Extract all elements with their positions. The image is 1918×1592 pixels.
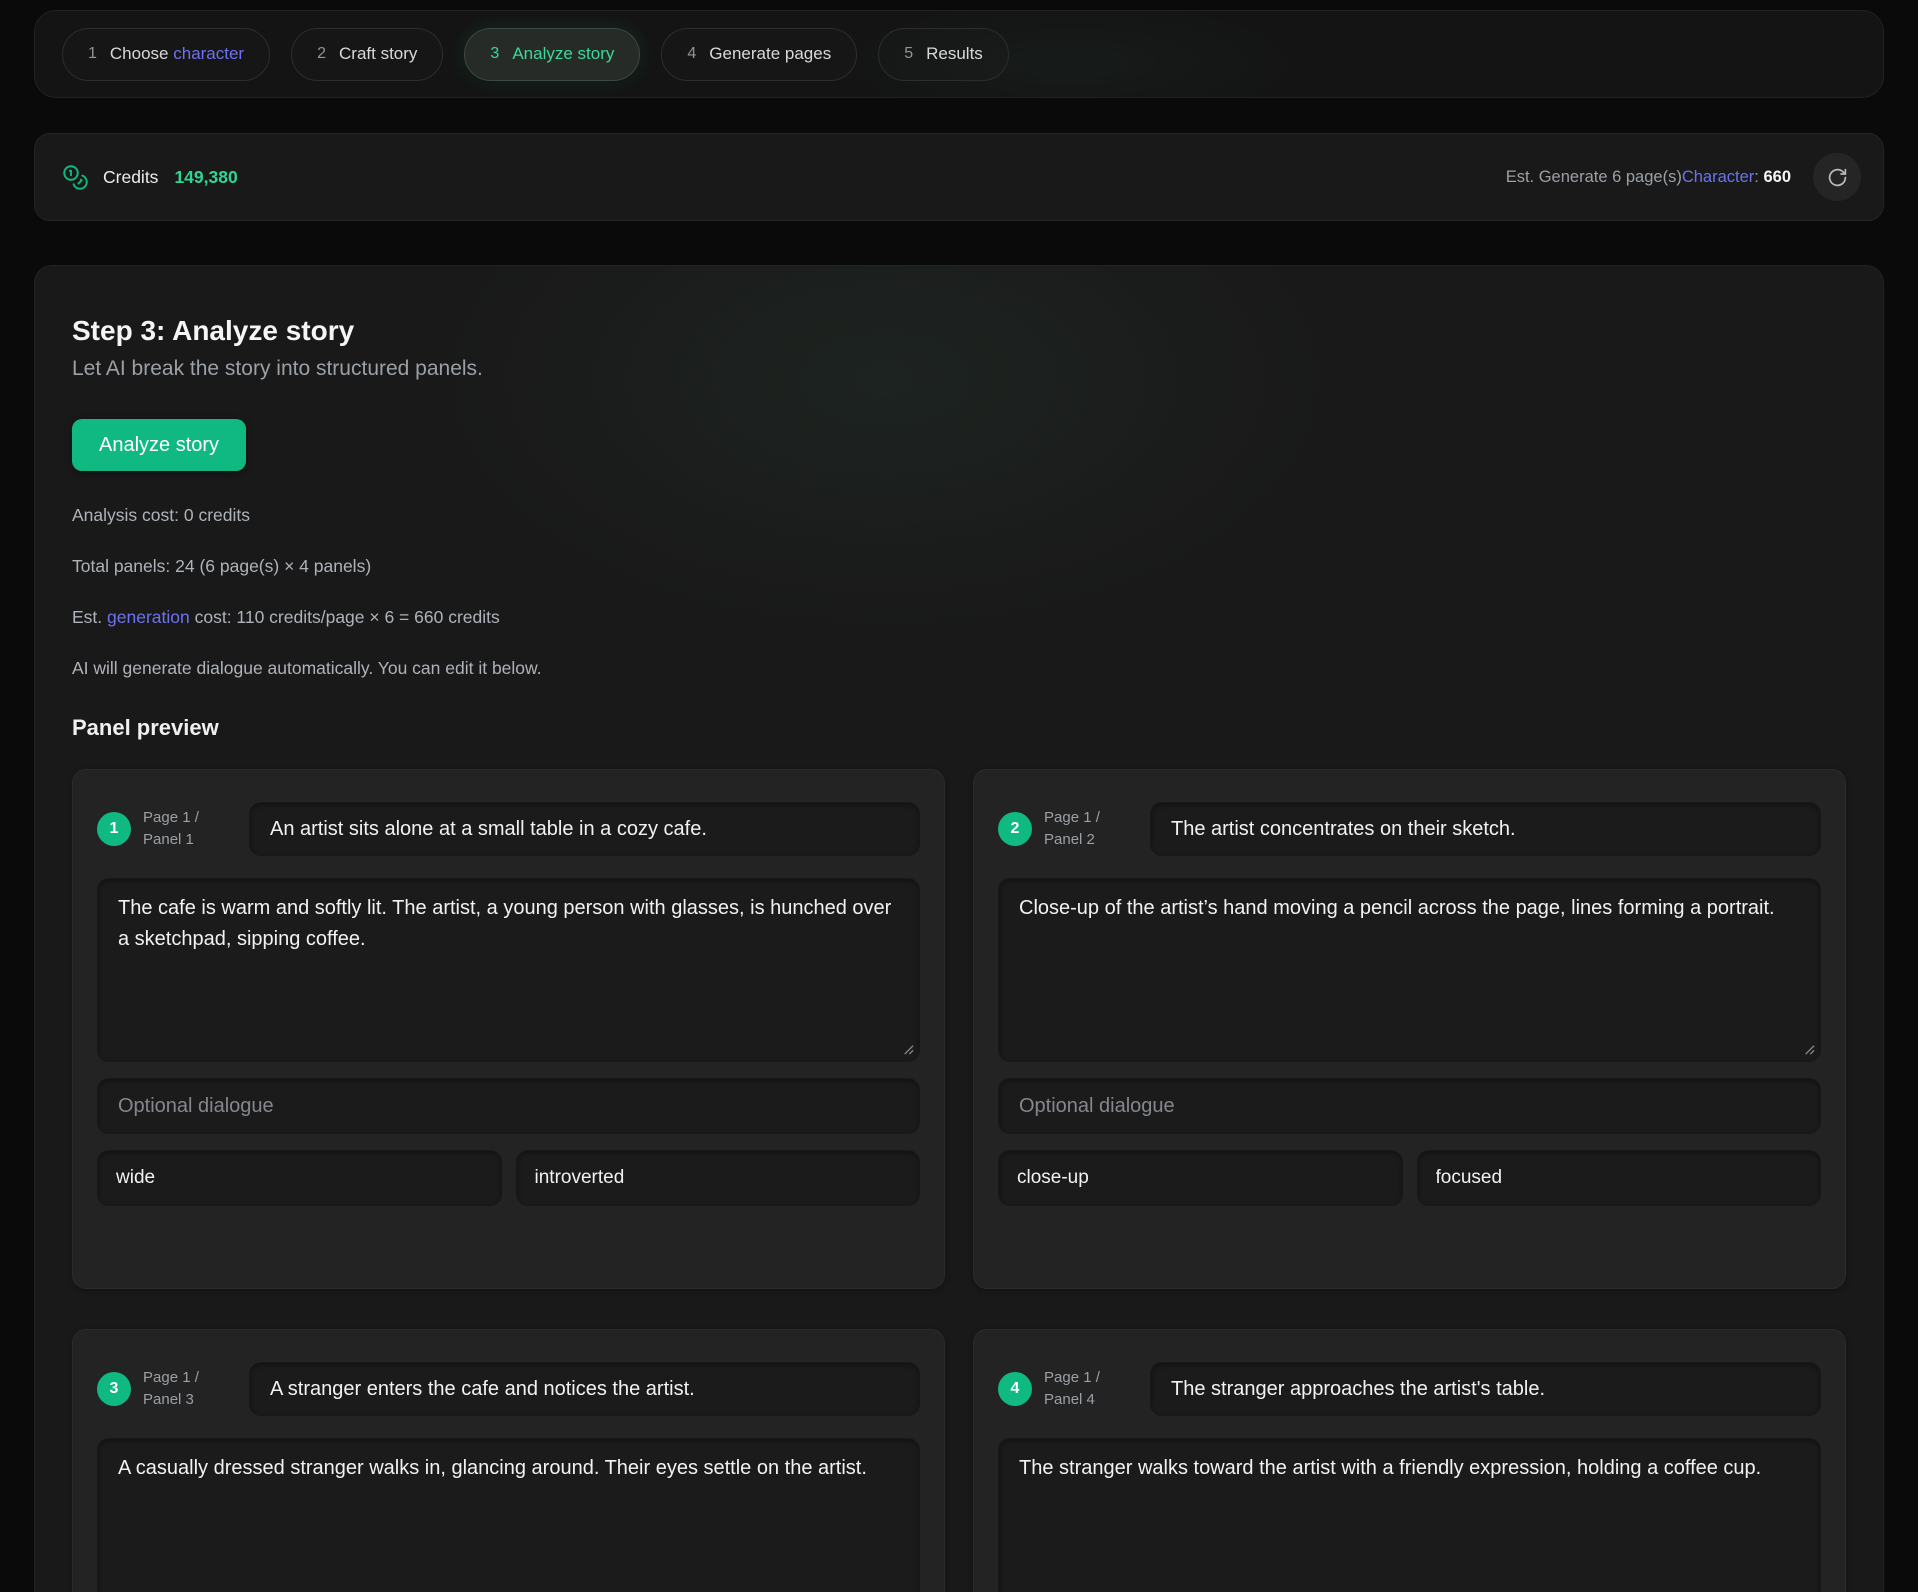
step-generate-pages[interactable]: 4 Generate pages bbox=[661, 28, 857, 81]
page-panel-label: Page 1 /Panel 2 bbox=[1044, 807, 1138, 851]
resize-handle-icon[interactable] bbox=[1802, 1042, 1815, 1055]
panel-mood-input[interactable] bbox=[516, 1150, 921, 1206]
panel-grid: 1 Page 1 /Panel 1 The cafe is warm and s… bbox=[72, 769, 1846, 1592]
panel-description-textarea[interactable]: The stranger walks toward the artist wit… bbox=[998, 1438, 1821, 1592]
est-generation-cost-text: Est. generation cost: 110 credits/page ×… bbox=[72, 607, 1846, 628]
panel-title-input[interactable] bbox=[1150, 1362, 1821, 1416]
step-number: 4 bbox=[687, 45, 696, 63]
refresh-icon bbox=[1827, 167, 1848, 188]
coins-icon bbox=[62, 164, 89, 191]
panel-title-input[interactable] bbox=[249, 1362, 920, 1416]
panel-number-badge: 3 bbox=[97, 1372, 131, 1406]
panel-description-wrap: A casually dressed stranger walks in, gl… bbox=[97, 1438, 920, 1592]
panel-card-3: 3 Page 1 /Panel 3 A casually dressed str… bbox=[72, 1329, 945, 1592]
panel-title-input[interactable] bbox=[1150, 802, 1821, 856]
panel-mood-input[interactable] bbox=[1417, 1150, 1822, 1206]
panel-description-textarea[interactable]: Close-up of the artist’s hand moving a p… bbox=[998, 878, 1821, 1062]
character-separator: : bbox=[1754, 168, 1759, 187]
step-label: Generate pages bbox=[709, 44, 831, 64]
character-link[interactable]: Character bbox=[1682, 168, 1754, 187]
panel-dialogue-input[interactable] bbox=[97, 1078, 920, 1134]
panel-description-wrap: Close-up of the artist’s hand moving a p… bbox=[998, 878, 1821, 1062]
step-number: 1 bbox=[88, 45, 97, 63]
step-label: Craft story bbox=[339, 44, 417, 64]
character-cost-value: 660 bbox=[1763, 168, 1791, 187]
credits-value: 149,380 bbox=[174, 167, 237, 188]
panel-description-wrap: The stranger walks toward the artist wit… bbox=[998, 1438, 1821, 1592]
panel-header: 2 Page 1 /Panel 2 bbox=[998, 802, 1821, 856]
panel-number-badge: 1 bbox=[97, 812, 131, 846]
page-title: Step 3: Analyze story bbox=[72, 315, 1846, 347]
step-label: Results bbox=[926, 44, 983, 64]
step-craft-story[interactable]: 2 Craft story bbox=[291, 28, 443, 81]
step-choose-character[interactable]: 1 Choose character bbox=[62, 28, 270, 81]
dialogue-note-text: AI will generate dialogue automatically.… bbox=[72, 658, 1846, 679]
step-results[interactable]: 5 Results bbox=[878, 28, 1009, 81]
page: 1 Choose character 2 Craft story 3 Analy… bbox=[0, 0, 1918, 1592]
panel-number-badge: 4 bbox=[998, 1372, 1032, 1406]
generation-link[interactable]: generation bbox=[107, 607, 190, 627]
panel-card-4: 4 Page 1 /Panel 4 The stranger walks tow… bbox=[973, 1329, 1846, 1592]
step-number: 2 bbox=[317, 45, 326, 63]
panel-shot-input[interactable] bbox=[97, 1150, 502, 1206]
credits-label: Credits bbox=[103, 167, 158, 188]
panel-card-1: 1 Page 1 /Panel 1 The cafe is warm and s… bbox=[72, 769, 945, 1289]
step-label-accent: character bbox=[173, 44, 244, 63]
refresh-button[interactable] bbox=[1813, 153, 1861, 201]
total-panels-text: Total panels: 24 (6 page(s) × 4 panels) bbox=[72, 556, 1846, 577]
analyze-story-card: Step 3: Analyze story Let AI break the s… bbox=[34, 265, 1884, 1592]
panel-attrs-row bbox=[97, 1150, 920, 1206]
est-generate-label: Est. Generate 6 page(s) bbox=[1506, 168, 1682, 187]
page-subtitle: Let AI break the story into structured p… bbox=[72, 357, 1846, 381]
panel-dialogue-input[interactable] bbox=[998, 1078, 1821, 1134]
panel-header: 4 Page 1 /Panel 4 bbox=[998, 1362, 1821, 1416]
stepper-bar: 1 Choose character 2 Craft story 3 Analy… bbox=[34, 10, 1884, 98]
credits-right-summary: Est. Generate 6 page(s)Character: 660 bbox=[1506, 153, 1861, 201]
credits-bar: Credits 149,380 Est. Generate 6 page(s)C… bbox=[34, 133, 1884, 221]
panel-preview-heading: Panel preview bbox=[72, 715, 1846, 741]
panel-description-textarea[interactable]: The cafe is warm and softly lit. The art… bbox=[97, 878, 920, 1062]
panel-card-2: 2 Page 1 /Panel 2 Close-up of the artist… bbox=[973, 769, 1846, 1289]
panel-header: 1 Page 1 /Panel 1 bbox=[97, 802, 920, 856]
analysis-cost-text: Analysis cost: 0 credits bbox=[72, 505, 1846, 526]
panel-shot-input[interactable] bbox=[998, 1150, 1403, 1206]
panel-attrs-row bbox=[998, 1150, 1821, 1206]
step-label: Choose character bbox=[110, 44, 244, 64]
page-panel-label: Page 1 /Panel 3 bbox=[143, 1367, 237, 1411]
step-number: 5 bbox=[904, 45, 913, 63]
panel-header: 3 Page 1 /Panel 3 bbox=[97, 1362, 920, 1416]
resize-handle-icon[interactable] bbox=[901, 1042, 914, 1055]
panel-description-textarea[interactable]: A casually dressed stranger walks in, gl… bbox=[97, 1438, 920, 1592]
panel-number-badge: 2 bbox=[998, 812, 1032, 846]
step-analyze-story[interactable]: 3 Analyze story bbox=[464, 28, 640, 81]
panel-description-wrap: The cafe is warm and softly lit. The art… bbox=[97, 878, 920, 1062]
page-panel-label: Page 1 /Panel 4 bbox=[1044, 1367, 1138, 1411]
step-number: 3 bbox=[490, 45, 499, 63]
panel-title-input[interactable] bbox=[249, 802, 920, 856]
analyze-story-button[interactable]: Analyze story bbox=[72, 419, 246, 471]
step-label: Analyze story bbox=[512, 44, 614, 64]
page-panel-label: Page 1 /Panel 1 bbox=[143, 807, 237, 851]
